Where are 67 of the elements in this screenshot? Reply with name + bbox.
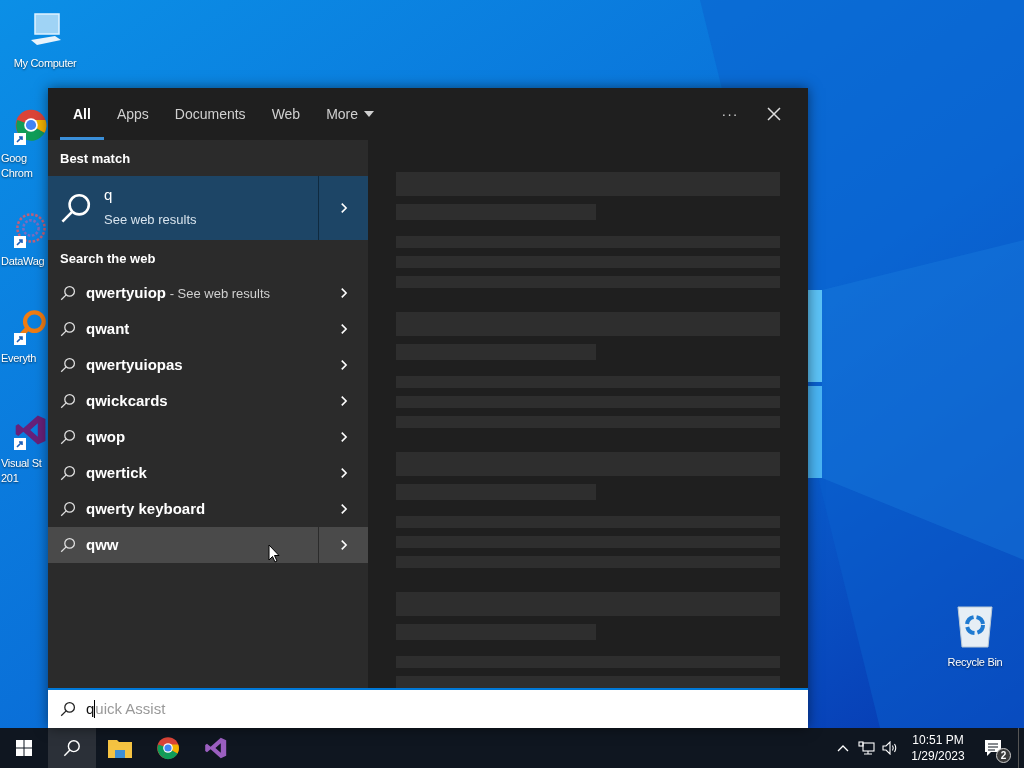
search-icon [60, 357, 76, 373]
desktop-icon-label[interactable]: DataWag [1, 254, 45, 269]
web-result-item[interactable]: qwickcards [48, 383, 368, 419]
web-result-item[interactable]: qwertyuiop - See web results [48, 275, 368, 311]
visual-studio-icon [204, 736, 228, 760]
clock-button[interactable]: 10:51 PM 1/29/2023 [902, 728, 974, 768]
section-heading: Best match [59, 150, 132, 168]
notification-badge: 2 [996, 748, 1011, 763]
result-title: qwertick [86, 462, 147, 483]
action-center-button[interactable]: 2 [974, 728, 1018, 768]
shortcut-arrow-icon [14, 133, 26, 145]
desktop-icon-label[interactable]: Recycle Bin [947, 655, 1003, 670]
desktop-icon-label[interactable]: Goog [1, 151, 27, 166]
search-icon [60, 465, 76, 481]
desktop-icon-label[interactable]: Visual St [1, 456, 42, 471]
windows-logo-icon [16, 740, 32, 756]
result-title: qwertyuiop - See web results [86, 282, 271, 303]
result-title: qwertyuiopas [86, 354, 183, 375]
network-icon [857, 740, 875, 756]
result-title: qwerty keyboard [86, 498, 206, 519]
search-icon [63, 739, 81, 757]
result-subtitle: See web results [104, 210, 197, 229]
search-icon [60, 537, 76, 553]
result-title: q [104, 185, 114, 204]
cursor-icon [268, 544, 280, 563]
search-icon [60, 429, 76, 445]
web-result-item[interactable]: qwop [48, 419, 368, 455]
chevron-up-icon [837, 744, 849, 752]
result-title: qww [86, 534, 119, 555]
search-icon [60, 191, 92, 224]
filter-tab[interactable]: More [313, 88, 388, 140]
result-title: qwop [86, 426, 126, 447]
chrome-icon [156, 736, 180, 760]
web-result-item[interactable]: qwerty keyboard [48, 491, 368, 527]
shortcut-arrow-icon [14, 236, 26, 248]
result-title: qwant [86, 318, 130, 339]
web-result-item[interactable]: qwertyuiopas [48, 347, 368, 383]
more-options-button[interactable]: ··· [708, 96, 752, 132]
chevron-right-icon [339, 538, 348, 552]
search-icon [60, 501, 76, 517]
desktop-icon-label[interactable]: 201 [1, 471, 19, 486]
shortcut-arrow-icon [14, 333, 26, 345]
search-field[interactable]: quick Assist [48, 688, 808, 728]
filter-tab[interactable]: Web [258, 88, 314, 140]
shortcut-arrow-icon [14, 438, 26, 450]
search-icon [60, 393, 76, 409]
close-icon [767, 107, 781, 121]
recycle-bin-icon [955, 603, 995, 649]
web-result-item[interactable]: qww [48, 527, 368, 563]
folder-icon [108, 738, 132, 758]
notification-icon [985, 740, 1001, 756]
search-icon [60, 321, 76, 337]
speaker-icon [882, 741, 898, 755]
desktop-icon-label[interactable]: Chrom [1, 166, 33, 181]
section-heading: Search the web [59, 249, 157, 268]
filter-tab[interactable]: Documents [161, 88, 259, 140]
taskbar-search-button[interactable] [48, 728, 96, 768]
web-result-item[interactable]: qwant [48, 311, 368, 347]
desktop-icon-label[interactable]: Everyth [1, 351, 37, 366]
chevron-right-icon [339, 200, 348, 215]
best-match-item[interactable]: q See web results [48, 175, 368, 240]
result-title: qwickcards [86, 390, 168, 411]
web-result-item[interactable]: qwertick [48, 455, 368, 491]
desktop-icon-label[interactable]: My Computer [13, 56, 77, 71]
filter-tab[interactable]: Apps [103, 88, 162, 140]
search-icon [60, 701, 76, 717]
search-icon [60, 285, 76, 301]
